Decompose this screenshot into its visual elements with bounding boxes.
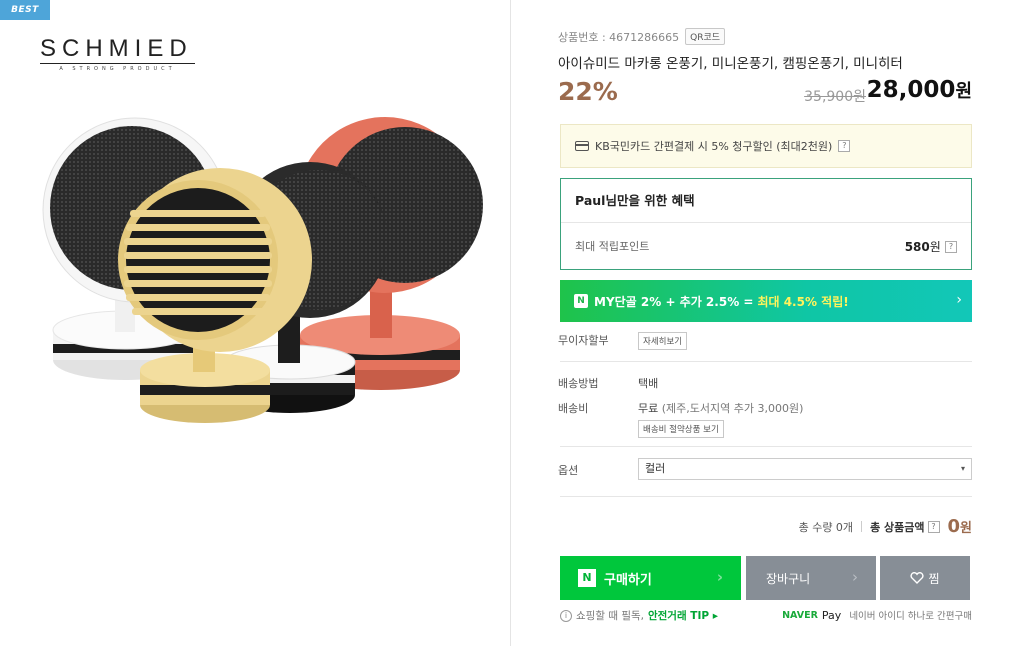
delivery-method-value: 택배 <box>638 377 659 390</box>
total-amount-value: 0 <box>947 516 961 537</box>
total-amount: 0원 <box>948 516 973 537</box>
wish-button-label: 찜 <box>928 571 940 586</box>
total-quantity: 총 수량 0개 <box>798 520 854 534</box>
card-promo-help-icon[interactable]: ? <box>838 140 851 152</box>
credit-card-icon <box>575 141 589 151</box>
buy-button-label: 구매하기 <box>604 572 652 588</box>
member-benefit-box: Paul님만을 위한 혜택 최대 적립포인트 580원 ? <box>560 178 972 270</box>
delivery-fee-label: 배송비 <box>558 402 589 415</box>
divider <box>560 496 972 497</box>
original-price: 35,900원 <box>804 89 866 105</box>
sale-price: 28,000원 <box>867 77 972 103</box>
total-row: 총 수량 0개 총 상품금액 ? 0원 <box>799 516 972 537</box>
delivery-method-label: 배송방법 <box>558 377 599 390</box>
product-title: 아이슈미드 마카롱 온풍기, 미니온풍기, 캠핑온풍기, 미니히터 <box>558 56 903 72</box>
qr-code-button[interactable]: QR코드 <box>685 28 726 45</box>
naver-logo: NAVER <box>782 609 818 621</box>
pay-logo: Pay <box>821 608 842 622</box>
brand-tagline: A STRONG PRODUCT <box>59 66 176 72</box>
separator <box>861 521 863 532</box>
chevron-down-icon: ▾ <box>960 464 965 473</box>
total-amount-unit: 원 <box>960 521 972 536</box>
benefit-points-label: 최대 적립포인트 <box>575 240 650 253</box>
sale-price-value: 28,000 <box>866 77 956 103</box>
divider <box>560 361 972 362</box>
product-number: 상품번호 : 4671286665 <box>558 30 680 44</box>
chevron-right-icon: › <box>716 568 723 586</box>
total-help-icon[interactable]: ? <box>927 520 940 533</box>
option-select[interactable]: 컬러 ▾ <box>638 458 972 480</box>
benefit-points-unit: 원 <box>929 239 941 254</box>
naver-n-icon: N <box>574 294 588 308</box>
total-amount-label: 총 상품금액 <box>870 520 925 534</box>
delivery-fee-note: (제주,도서지역 추가 3,000원) <box>661 402 804 415</box>
heart-icon <box>910 572 925 584</box>
naver-n-icon: N <box>578 569 596 587</box>
installment-value: 자세히보기 <box>638 332 688 350</box>
chevron-right-icon: › <box>956 292 962 308</box>
delivery-fee-amount: 무료 <box>638 402 659 415</box>
sale-price-currency: 원 <box>955 81 972 102</box>
my-dangol-banner[interactable]: N MY단골 2% + 추가 2.5% = 최대 4.5% 적립! › <box>560 280 972 322</box>
npay-text: 네이버 아이디 하나로 간편구매 <box>849 611 972 622</box>
buy-button[interactable]: N 구매하기 › <box>560 556 741 600</box>
safe-trade-tip: i 쇼핑할 때 필독, 안전거래 TIP ▸ <box>560 608 718 623</box>
bundle-value: 배송비 절약상품 보기 <box>638 420 724 438</box>
safe-trade-tip-link[interactable]: 안전거래 TIP ▸ <box>648 608 718 623</box>
shipping-saver-button[interactable]: 배송비 절약상품 보기 <box>638 420 724 438</box>
chevron-right-icon: › <box>852 568 858 586</box>
wish-button[interactable]: 찜 <box>880 556 970 600</box>
installment-label: 무이자할부 <box>558 334 609 347</box>
delivery-fee-value: 무료 (제주,도서지역 추가 3,000원) <box>638 400 803 416</box>
card-promo-box: KB국민카드 간편결제 시 5% 청구할인 (최대2천원) ? <box>560 124 972 168</box>
benefit-points-row: 최대 적립포인트 580원 ? <box>561 223 971 269</box>
naver-pay-info: NAVER Pay 네이버 아이디 하나로 간편구매 <box>782 608 972 623</box>
info-icon: i <box>560 609 572 622</box>
benefit-help-icon[interactable]: ? <box>945 241 957 253</box>
option-selected-value: 컬러 <box>645 462 666 475</box>
product-image-area: BEST SCHMIED A STRONG PRODUCT <box>0 0 511 646</box>
card-promo-text: KB국민카드 간편결제 시 5% 청구할인 (최대2천원) <box>595 140 833 153</box>
cart-button[interactable]: 장바구니 › <box>746 556 876 600</box>
tip-text: 쇼핑할 때 필독, <box>576 610 644 622</box>
benefit-title: Paul님만을 위한 혜택 <box>561 179 971 223</box>
divider <box>560 446 972 447</box>
benefit-points-value: 580 <box>904 239 930 254</box>
installment-detail-button[interactable]: 자세히보기 <box>638 332 688 350</box>
option-label: 옵션 <box>558 464 579 477</box>
product-photo <box>42 117 483 423</box>
benefit-points: 580원 ? <box>905 238 957 255</box>
discount-rate: 22% <box>558 77 618 106</box>
best-badge: BEST <box>0 0 50 20</box>
product-number-row: 상품번호 : 4671286665 QR코드 <box>558 28 726 45</box>
my-banner-text: MY단골 2% + 추가 2.5% = <box>594 294 754 309</box>
my-banner-highlight: 최대 4.5% 적립! <box>757 294 849 309</box>
cart-button-label: 장바구니 <box>766 571 811 586</box>
brand-name: SCHMIED <box>40 36 195 64</box>
brand-logo: SCHMIED A STRONG PRODUCT <box>40 36 195 72</box>
